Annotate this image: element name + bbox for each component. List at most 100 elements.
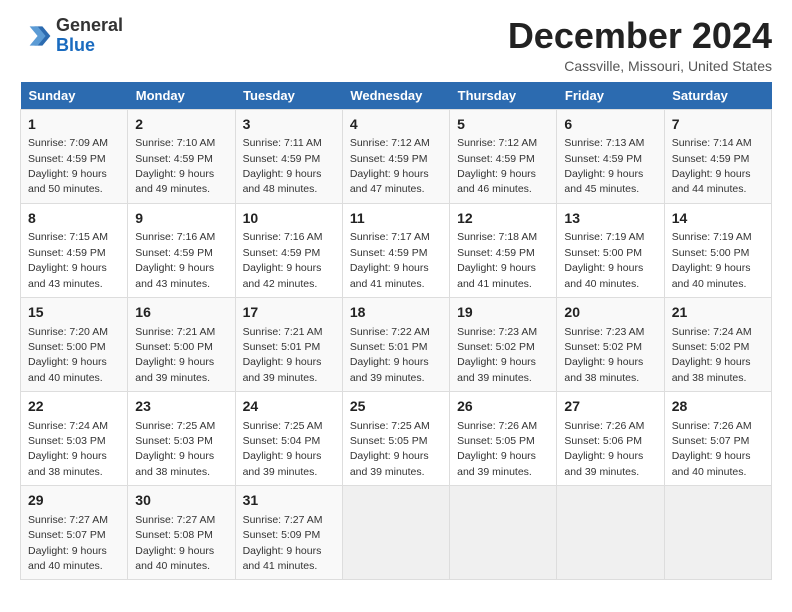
day-detail: Sunrise: 7:16 AMSunset: 4:59 PMDaylight:… [135,231,215,289]
day-detail: Sunrise: 7:16 AMSunset: 4:59 PMDaylight:… [243,231,323,289]
page-header: General Blue December 2024 Cassville, Mi… [20,16,772,74]
day-number: 5 [457,115,549,135]
calendar-cell: 7Sunrise: 7:14 AMSunset: 4:59 PMDaylight… [664,109,771,203]
day-number: 25 [350,397,442,417]
calendar-cell: 8Sunrise: 7:15 AMSunset: 4:59 PMDaylight… [21,203,128,297]
day-detail: Sunrise: 7:27 AMSunset: 5:09 PMDaylight:… [243,514,323,572]
day-number: 9 [135,209,227,229]
calendar-cell: 24 Sunrise: 7:25 AMSunset: 5:04 PMDayligh… [235,392,342,486]
calendar-cell: 10Sunrise: 7:16 AMSunset: 4:59 PMDayligh… [235,203,342,297]
day-number: 1 [28,115,120,135]
calendar-cell [342,486,449,580]
day-detail: Sunrise: 7:11 AMSunset: 4:59 PMDaylight:… [243,137,322,195]
calendar-cell: 21 Sunrise: 7:24 AMSunset: 5:02 PMDayligh… [664,297,771,391]
header-cell-sunday: Sunday [21,82,128,110]
day-detail: Sunrise: 7:17 AMSunset: 4:59 PMDaylight:… [350,231,430,289]
calendar-cell [450,486,557,580]
day-detail: Sunrise: 7:23 AMSunset: 5:02 PMDaylight:… [457,326,537,384]
day-detail: Sunrise: 7:24 AMSunset: 5:03 PMDaylight:… [28,420,108,478]
day-detail: Sunrise: 7:14 AMSunset: 4:59 PMDaylight:… [672,137,752,195]
day-number: 3 [243,115,335,135]
calendar-cell: 12Sunrise: 7:18 AMSunset: 4:59 PMDayligh… [450,203,557,297]
logo: General Blue [20,16,123,56]
calendar-cell: 1Sunrise: 7:09 AMSunset: 4:59 PMDaylight… [21,109,128,203]
day-detail: Sunrise: 7:21 AMSunset: 5:01 PMDaylight:… [243,326,323,384]
day-detail: Sunrise: 7:22 AMSunset: 5:01 PMDaylight:… [350,326,430,384]
day-number: 14 [672,209,764,229]
day-detail: Sunrise: 7:19 AMSunset: 5:00 PMDaylight:… [564,231,644,289]
day-number: 28 [672,397,764,417]
day-detail: Sunrise: 7:09 AMSunset: 4:59 PMDaylight:… [28,137,108,195]
calendar-cell: 27Sunrise: 7:26 AMSunset: 5:06 PMDayligh… [557,392,664,486]
day-number: 24 [243,397,335,417]
day-number: 31 [243,491,335,511]
calendar-cell: 11Sunrise: 7:17 AMSunset: 4:59 PMDayligh… [342,203,449,297]
calendar-cell: 6Sunrise: 7:13 AMSunset: 4:59 PMDaylight… [557,109,664,203]
day-number: 4 [350,115,442,135]
calendar-cell: 17 Sunrise: 7:21 AMSunset: 5:01 PMDayligh… [235,297,342,391]
calendar-cell: 19 Sunrise: 7:23 AMSunset: 5:02 PMDayligh… [450,297,557,391]
day-number: 22 [28,397,120,417]
calendar-cell [557,486,664,580]
calendar-cell: 28Sunrise: 7:26 AMSunset: 5:07 PMDayligh… [664,392,771,486]
day-number: 26 [457,397,549,417]
day-number: 6 [564,115,656,135]
logo-text: General Blue [56,16,123,56]
calendar-week-5: 29Sunrise: 7:27 AMSunset: 5:07 PMDayligh… [21,486,772,580]
header-cell-tuesday: Tuesday [235,82,342,110]
header-row: SundayMondayTuesdayWednesdayThursdayFrid… [21,82,772,110]
day-detail: Sunrise: 7:12 AMSunset: 4:59 PMDaylight:… [457,137,537,195]
day-detail: Sunrise: 7:18 AMSunset: 4:59 PMDaylight:… [457,231,537,289]
day-number: 2 [135,115,227,135]
calendar-week-2: 8Sunrise: 7:15 AMSunset: 4:59 PMDaylight… [21,203,772,297]
calendar-cell: 26 Sunrise: 7:26 AMSunset: 5:05 PMDayligh… [450,392,557,486]
day-number: 15 [28,303,120,323]
calendar-cell: 18 Sunrise: 7:22 AMSunset: 5:01 PMDayligh… [342,297,449,391]
day-number: 18 [350,303,442,323]
day-detail: Sunrise: 7:26 AMSunset: 5:05 PMDaylight:… [457,420,537,478]
day-number: 19 [457,303,549,323]
day-number: 8 [28,209,120,229]
day-number: 13 [564,209,656,229]
day-number: 23 [135,397,227,417]
day-detail: Sunrise: 7:25 AMSunset: 5:04 PMDaylight:… [243,420,323,478]
day-number: 20 [564,303,656,323]
calendar-cell: 5Sunrise: 7:12 AMSunset: 4:59 PMDaylight… [450,109,557,203]
day-detail: Sunrise: 7:19 AMSunset: 5:00 PMDaylight:… [672,231,752,289]
calendar-cell: 13Sunrise: 7:19 AMSunset: 5:00 PMDayligh… [557,203,664,297]
calendar-cell: 23 Sunrise: 7:25 AMSunset: 5:03 PMDayligh… [128,392,235,486]
calendar-week-3: 15 Sunrise: 7:20 AMSunset: 5:00 PMDayligh… [21,297,772,391]
calendar-cell: 14Sunrise: 7:19 AMSunset: 5:00 PMDayligh… [664,203,771,297]
calendar-title: December 2024 [508,16,772,56]
day-detail: Sunrise: 7:15 AMSunset: 4:59 PMDaylight:… [28,231,108,289]
calendar-cell: 30Sunrise: 7:27 AMSunset: 5:08 PMDayligh… [128,486,235,580]
calendar-cell: 9Sunrise: 7:16 AMSunset: 4:59 PMDaylight… [128,203,235,297]
day-number: 10 [243,209,335,229]
day-detail: Sunrise: 7:12 AMSunset: 4:59 PMDaylight:… [350,137,430,195]
day-number: 17 [243,303,335,323]
day-number: 16 [135,303,227,323]
calendar-cell: 3Sunrise: 7:11 AMSunset: 4:59 PMDaylight… [235,109,342,203]
day-detail: Sunrise: 7:25 AMSunset: 5:05 PMDaylight:… [350,420,430,478]
header-cell-monday: Monday [128,82,235,110]
header-cell-wednesday: Wednesday [342,82,449,110]
calendar-cell: 22 Sunrise: 7:24 AMSunset: 5:03 PMDayligh… [21,392,128,486]
day-number: 30 [135,491,227,511]
calendar-week-4: 22 Sunrise: 7:24 AMSunset: 5:03 PMDayligh… [21,392,772,486]
calendar-cell: 4Sunrise: 7:12 AMSunset: 4:59 PMDaylight… [342,109,449,203]
day-detail: Sunrise: 7:20 AMSunset: 5:00 PMDaylight:… [28,326,108,384]
day-number: 21 [672,303,764,323]
day-number: 7 [672,115,764,135]
day-detail: Sunrise: 7:10 AMSunset: 4:59 PMDaylight:… [135,137,215,195]
title-area: December 2024 Cassville, Missouri, Unite… [508,16,772,74]
calendar-cell: 15 Sunrise: 7:20 AMSunset: 5:00 PMDayligh… [21,297,128,391]
day-detail: Sunrise: 7:21 AMSunset: 5:00 PMDaylight:… [135,326,215,384]
day-detail: Sunrise: 7:25 AMSunset: 5:03 PMDaylight:… [135,420,215,478]
calendar-cell: 25 Sunrise: 7:25 AMSunset: 5:05 PMDayligh… [342,392,449,486]
calendar-cell: 20Sunrise: 7:23 AMSunset: 5:02 PMDayligh… [557,297,664,391]
day-detail: Sunrise: 7:13 AMSunset: 4:59 PMDaylight:… [564,137,644,195]
calendar-cell: 29Sunrise: 7:27 AMSunset: 5:07 PMDayligh… [21,486,128,580]
day-number: 11 [350,209,442,229]
day-number: 12 [457,209,549,229]
day-detail: Sunrise: 7:24 AMSunset: 5:02 PMDaylight:… [672,326,752,384]
